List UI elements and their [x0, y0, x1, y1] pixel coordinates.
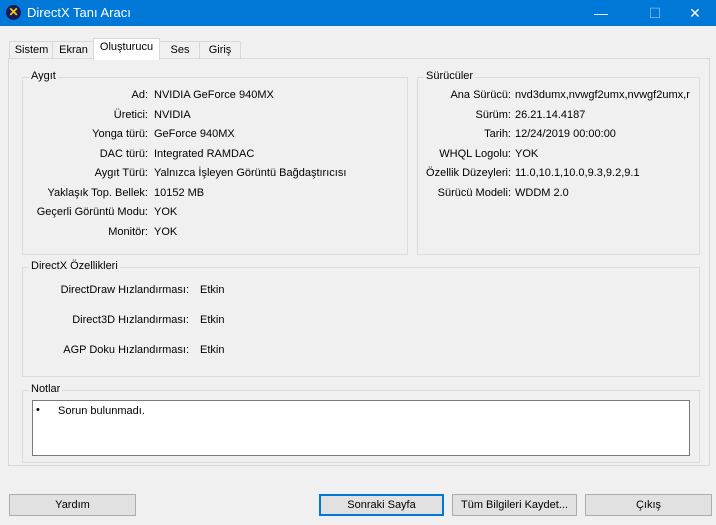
device-value: GeForce 940MX	[154, 128, 235, 140]
driver-value: 11.0,10.1,10.0,9.3,9.2,9.1	[515, 167, 640, 179]
notes-textbox[interactable]: • Sorun bulunmadı.	[32, 400, 690, 456]
device-group: Aygıt	[22, 70, 408, 255]
driver-label: WHQL Logolu:	[439, 148, 511, 160]
driver-label: Sürücü Modeli:	[437, 187, 511, 199]
device-value: 10152 MB	[154, 187, 205, 199]
driver-value: 12/24/2019 00:00:00	[515, 128, 616, 140]
device-value: Yalnızca İşleyen Görüntü Bağdaştırıcısı	[154, 167, 347, 179]
driver-value: 26.21.14.4187	[515, 109, 586, 121]
device-value: NVIDIA GeForce 940MX	[154, 89, 274, 101]
feature-value: Etkin	[200, 284, 225, 296]
device-label: Üretici:	[113, 109, 148, 121]
device-label: DAC türü:	[99, 148, 148, 160]
device-value: YOK	[154, 206, 178, 218]
bullet-icon: •	[36, 404, 40, 416]
features-group-title: DirectX Özellikleri	[29, 260, 120, 272]
device-label: Aygıt Türü:	[94, 167, 148, 179]
feature-label: AGP Doku Hızlandırması:	[63, 344, 189, 356]
device-label: Yaklaşık Top. Bellek:	[47, 187, 148, 199]
feature-value: Etkin	[200, 344, 225, 356]
device-value: YOK	[154, 226, 178, 238]
device-label: Monitör:	[108, 226, 148, 238]
close-button[interactable]: ✕	[672, 0, 716, 26]
help-button[interactable]: Yardım	[9, 494, 136, 516]
note-item: Sorun bulunmadı.	[58, 405, 145, 417]
next-page-button[interactable]: Sonraki Sayfa	[319, 494, 444, 516]
device-label: Yonga türü:	[92, 128, 148, 140]
feature-value: Etkin	[200, 314, 225, 326]
driver-value: WDDM 2.0	[515, 187, 569, 199]
directx-icon: ✕	[6, 5, 21, 20]
window-title: DirectX Tanı Aracı	[27, 5, 131, 20]
device-group-title: Aygıt	[29, 70, 58, 82]
tab-giris[interactable]: Giriş	[199, 41, 241, 59]
tab-ekran[interactable]: Ekran	[52, 41, 95, 59]
device-value: Integrated RAMDAC	[154, 148, 255, 160]
tab-ses[interactable]: Ses	[159, 41, 201, 59]
notes-group-title: Notlar	[29, 383, 63, 395]
drivers-group: Sürücüler	[417, 70, 700, 255]
tab-olusturucu[interactable]: Oluşturucu	[93, 38, 160, 60]
feature-label: Direct3D Hızlandırması:	[72, 314, 189, 326]
driver-label: Tarih:	[484, 128, 511, 140]
drivers-group-title: Sürücüler	[424, 70, 476, 82]
minimize-button[interactable]: —	[578, 0, 624, 26]
device-label: Ad:	[131, 89, 148, 101]
driver-label: Ana Sürücü:	[450, 89, 511, 101]
tab-sistem[interactable]: Sistem	[9, 41, 54, 59]
driver-value: YOK	[515, 148, 539, 160]
feature-label: DirectDraw Hızlandırması:	[60, 284, 189, 296]
driver-label: Özellik Düzeyleri:	[426, 167, 511, 179]
title-bar: ✕ DirectX Tanı Aracı — ☐ ✕	[0, 0, 716, 26]
driver-label: Sürüm:	[475, 109, 511, 121]
device-label: Geçerli Görüntü Modu:	[36, 206, 148, 218]
exit-button[interactable]: Çıkış	[585, 494, 712, 516]
device-value: NVIDIA	[154, 109, 191, 121]
save-all-info-button[interactable]: Tüm Bilgileri Kaydet...	[452, 494, 577, 516]
driver-value: nvd3dumx,nvwgf2umx,nvwgf2umx,r	[515, 89, 690, 101]
